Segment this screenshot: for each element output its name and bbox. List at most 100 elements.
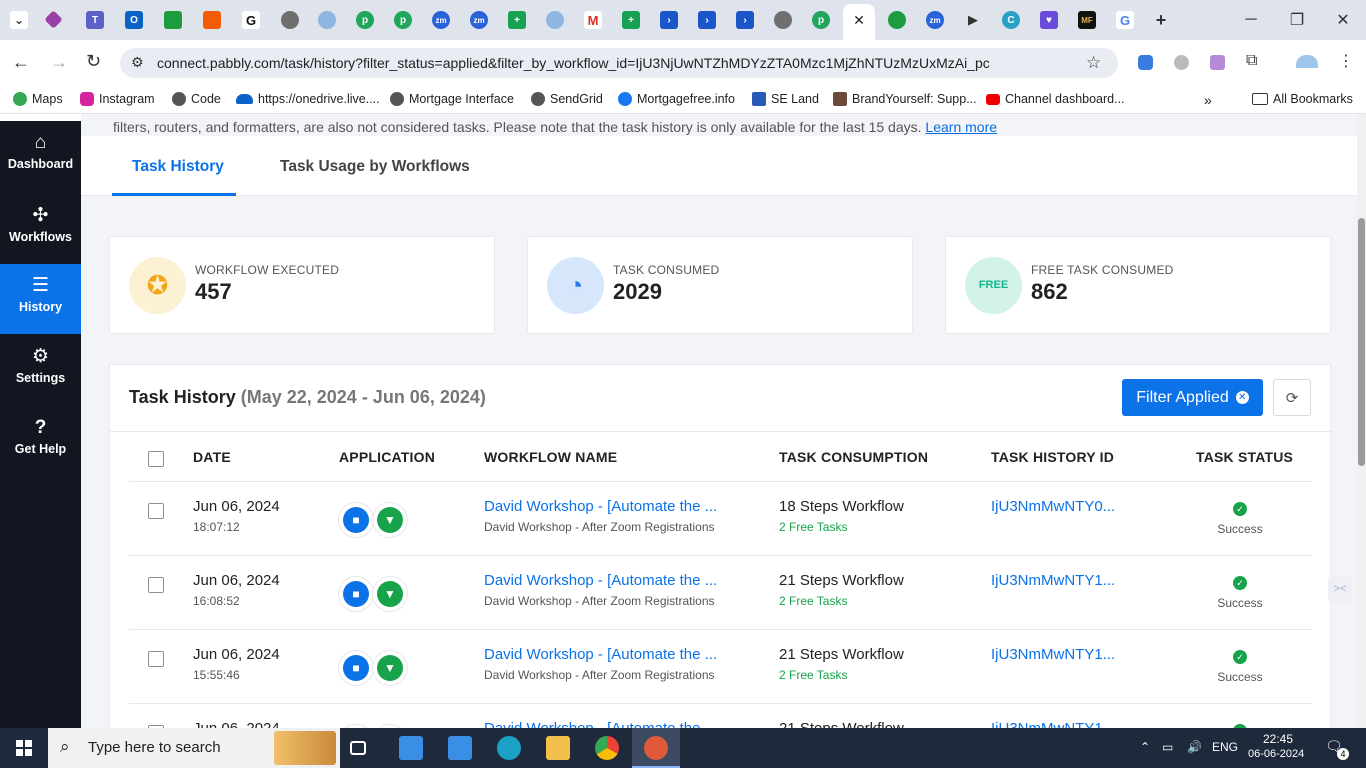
tab-zoom-icon[interactable]: zm — [432, 11, 450, 29]
workflow-name-link[interactable]: David Workshop - [Automate the ... — [484, 572, 717, 589]
reload-icon[interactable]: ↻ — [86, 51, 101, 72]
tab-arrow-icon[interactable]: › — [698, 11, 716, 29]
extensions-puzzle-icon[interactable]: ⧉ — [1246, 52, 1257, 70]
table-row[interactable]: Jun 06, 2024 16:08:52 ■ ▼ David Workshop… — [129, 555, 1312, 629]
sidebar-item-get-help[interactable]: ? Get Help — [0, 406, 81, 476]
site-info-icon[interactable]: ⚙ — [131, 54, 144, 71]
tab-search-dropdown-icon[interactable]: ⌄ — [10, 11, 28, 29]
tab-task-history[interactable]: Task History — [132, 158, 224, 176]
tab-globe-icon[interactable] — [546, 11, 564, 29]
sidebar-item-workflows[interactable]: ✣ Workflows — [0, 194, 81, 264]
bookmark-channel-dashboard[interactable]: Channel dashboard... — [986, 92, 1125, 106]
bookmark-instagram[interactable]: Instagram — [80, 92, 155, 106]
learn-more-link[interactable]: Learn more — [925, 119, 997, 135]
tab-outlook-icon[interactable]: O — [125, 11, 143, 29]
sidebar-item-dashboard[interactable]: ⌂ Dashboard — [0, 121, 81, 191]
more-bookmarks-icon[interactable]: » — [1204, 92, 1212, 108]
tab-play-icon[interactable]: ▶ — [964, 11, 982, 29]
workflow-name-link[interactable]: David Workshop - [Automate the ... — [484, 646, 717, 663]
url-bar[interactable]: ⚙ connect.pabbly.com/task/history?filter… — [120, 48, 1118, 78]
tab-orange-icon[interactable] — [203, 11, 221, 29]
volume-icon[interactable]: 🔊 — [1187, 740, 1202, 754]
table-row[interactable]: Jun 06, 2024 ■ ▼ David Workshop - [Autom… — [129, 703, 1312, 728]
tab-mf-icon[interactable]: MF — [1078, 11, 1096, 29]
tab-chat-icon[interactable] — [164, 11, 182, 29]
all-bookmarks[interactable]: All Bookmarks — [1252, 92, 1353, 106]
sidebar-item-history[interactable]: ☰ History — [0, 264, 81, 334]
tab-c-icon[interactable]: C — [1002, 11, 1020, 29]
tab-pabbly-icon[interactable]: p — [356, 11, 374, 29]
extension-icon[interactable] — [1210, 55, 1225, 70]
workflow-name-link[interactable]: David Workshop - [Automate the ... — [484, 720, 717, 728]
task-history-id-link[interactable]: IjU3NmMwNTY1... — [991, 646, 1115, 663]
tab-zoom-icon[interactable]: zm — [926, 11, 944, 29]
clear-filter-icon[interactable]: ✕ — [1235, 391, 1249, 404]
tab-diamond-icon[interactable] — [44, 10, 63, 29]
tab-globe-icon[interactable] — [774, 11, 792, 29]
minimize-icon[interactable]: ─ — [1228, 8, 1274, 32]
side-panel-toggle-icon[interactable]: >< — [1328, 576, 1352, 602]
workflow-name-link[interactable]: David Workshop - [Automate the ... — [484, 498, 717, 515]
task-view-icon[interactable] — [350, 741, 366, 755]
scrollbar-thumb[interactable] — [1358, 218, 1365, 466]
clock-time[interactable]: 22:45 — [1263, 732, 1293, 746]
close-window-icon[interactable]: ✕ — [1320, 8, 1366, 32]
bookmark-code[interactable]: Code — [172, 92, 221, 106]
tab-zoom-icon[interactable]: zm — [470, 11, 488, 29]
task-history-id-link[interactable]: IjU3NmMwNTY1... — [991, 720, 1115, 728]
bookmark-sendgrid[interactable]: SendGrid — [531, 92, 603, 106]
tab-close-icon[interactable]: ✕ — [850, 11, 868, 29]
row-checkbox[interactable] — [148, 503, 164, 519]
bookmark-onedrive[interactable]: https://onedrive.live.... — [236, 92, 380, 106]
restore-icon[interactable]: ❐ — [1274, 8, 1320, 32]
forward-icon[interactable]: → — [50, 52, 68, 73]
tab-arrow-icon[interactable]: › — [660, 11, 678, 29]
chrome-icon[interactable] — [595, 736, 619, 760]
row-checkbox[interactable] — [148, 577, 164, 593]
table-row[interactable]: Jun 06, 2024 15:55:46 ■ ▼ David Workshop… — [129, 629, 1312, 703]
sidebar-item-settings[interactable]: ⚙ Settings — [0, 335, 81, 405]
select-all-checkbox[interactable] — [148, 451, 164, 467]
menu-icon[interactable]: ⋮ — [1338, 51, 1354, 71]
bookmark-maps[interactable]: Maps — [13, 92, 63, 106]
tab-heart-icon[interactable]: ♥ — [1040, 11, 1058, 29]
mail-icon[interactable] — [399, 736, 423, 760]
tab-chat-icon[interactable] — [888, 11, 906, 29]
tab-globe-icon[interactable] — [281, 11, 299, 29]
bookmark-star-icon[interactable]: ☆ — [1086, 53, 1101, 73]
tab-pabbly-icon[interactable]: p — [812, 11, 830, 29]
tab-globe-icon[interactable] — [318, 11, 336, 29]
tab-sheets-icon[interactable]: + — [622, 11, 640, 29]
tab-task-usage-by-workflows[interactable]: Task Usage by Workflows — [280, 158, 470, 176]
new-tab-icon[interactable]: + — [1152, 10, 1170, 30]
clock-date[interactable]: 06-06-2024 — [1248, 748, 1304, 760]
language-indicator[interactable]: ENG — [1212, 740, 1238, 754]
windows-start-icon[interactable] — [16, 740, 32, 756]
extension-icon[interactable] — [1174, 55, 1189, 70]
battery-icon[interactable]: ▭ — [1162, 740, 1173, 754]
filter-applied-button[interactable]: Filter Applied ✕ — [1122, 379, 1263, 416]
tab-arrow-icon[interactable]: › — [736, 11, 754, 29]
edge-icon[interactable] — [497, 736, 521, 760]
tab-gmail-icon[interactable]: M — [584, 11, 602, 29]
bookmark-mortgagefree[interactable]: Mortgagefree.info — [618, 92, 735, 106]
back-icon[interactable]: ← — [12, 52, 30, 73]
task-history-id-link[interactable]: IjU3NmMwNTY1... — [991, 572, 1115, 589]
tab-g-icon[interactable]: G — [242, 11, 260, 29]
tab-google-icon[interactable]: G — [1116, 11, 1134, 29]
profile-icon[interactable] — [1296, 55, 1318, 68]
tab-sheets-icon[interactable]: + — [508, 11, 526, 29]
store-icon[interactable] — [448, 736, 472, 760]
table-row[interactable]: Jun 06, 2024 18:07:12 ■ ▼ David Workshop… — [129, 481, 1312, 555]
bookmark-brandyourself[interactable]: BrandYourself: Supp... — [833, 92, 977, 106]
tab-teams-icon[interactable]: T — [86, 11, 104, 29]
task-history-id-link[interactable]: IjU3NmMwNTY0... — [991, 498, 1115, 515]
bookmark-se-land[interactable]: SE Land — [752, 92, 819, 106]
extension-icon[interactable] — [1138, 55, 1153, 70]
tab-pabbly-icon[interactable]: p — [394, 11, 412, 29]
app-icon[interactable] — [644, 736, 668, 760]
row-checkbox[interactable] — [148, 651, 164, 667]
show-hidden-icons[interactable]: ⌃ — [1140, 740, 1150, 754]
taskbar-search[interactable]: ⌕ Type here to search — [48, 728, 340, 768]
bookmark-mortgage-interface[interactable]: Mortgage Interface — [390, 92, 514, 106]
